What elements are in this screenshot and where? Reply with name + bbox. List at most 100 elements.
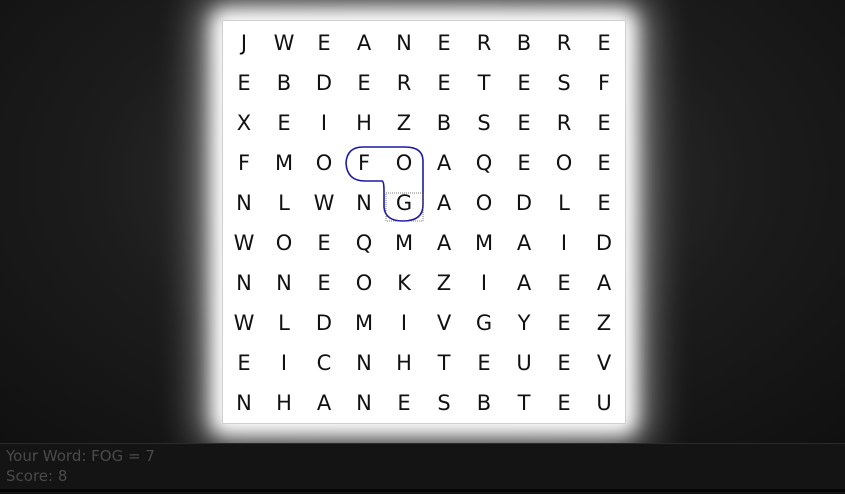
letter-cell-r6-c9[interactable]: A	[584, 263, 624, 303]
letter-cell-r0-c6[interactable]: R	[464, 23, 504, 63]
letter-cell-r4-c2[interactable]: W	[304, 183, 344, 223]
letter-cell-r9-c0[interactable]: N	[224, 383, 264, 423]
letter-cell-r7-c3[interactable]: M	[344, 303, 384, 343]
letter-cell-r5-c3[interactable]: Q	[344, 223, 384, 263]
letter-cell-r0-c9[interactable]: E	[584, 23, 624, 63]
letter-cell-r6-c3[interactable]: O	[344, 263, 384, 303]
letter-cell-r0-c0[interactable]: J	[224, 23, 264, 63]
letter-cell-r3-c2[interactable]: O	[304, 143, 344, 183]
letter-cell-r5-c9[interactable]: D	[584, 223, 624, 263]
letter-cell-r6-c8[interactable]: E	[544, 263, 584, 303]
letter-cell-r9-c2[interactable]: A	[304, 383, 344, 423]
letter-cell-r2-c2[interactable]: I	[304, 103, 344, 143]
letter-cell-r4-c6[interactable]: O	[464, 183, 504, 223]
letter-cell-r4-c0[interactable]: N	[224, 183, 264, 223]
letter-cell-r2-c3[interactable]: H	[344, 103, 384, 143]
letter-cell-r0-c7[interactable]: B	[504, 23, 544, 63]
letter-cell-r8-c4[interactable]: H	[384, 343, 424, 383]
letter-cell-r8-c3[interactable]: N	[344, 343, 384, 383]
letter-cell-r4-c1[interactable]: L	[264, 183, 304, 223]
letter-cell-r6-c6[interactable]: I	[464, 263, 504, 303]
letter-cell-r5-c5[interactable]: A	[424, 223, 464, 263]
letter-cell-r5-c1[interactable]: O	[264, 223, 304, 263]
letter-cell-r8-c8[interactable]: E	[544, 343, 584, 383]
letter-cell-r3-c5[interactable]: A	[424, 143, 464, 183]
letter-cell-r2-c1[interactable]: E	[264, 103, 304, 143]
letter-cell-r9-c6[interactable]: B	[464, 383, 504, 423]
letter-cell-r9-c9[interactable]: U	[584, 383, 624, 423]
letter-cell-r8-c1[interactable]: I	[264, 343, 304, 383]
letter-cell-r9-c5[interactable]: S	[424, 383, 464, 423]
letter-cell-r1-c8[interactable]: S	[544, 63, 584, 103]
letter-cell-r2-c5[interactable]: B	[424, 103, 464, 143]
letter-cell-r0-c8[interactable]: R	[544, 23, 584, 63]
letter-cell-r6-c0[interactable]: N	[224, 263, 264, 303]
letter-cell-r9-c4[interactable]: E	[384, 383, 424, 423]
letter-cell-r1-c1[interactable]: B	[264, 63, 304, 103]
letter-cell-r1-c9[interactable]: F	[584, 63, 624, 103]
letter-cell-r2-c4[interactable]: Z	[384, 103, 424, 143]
letter-cell-r7-c7[interactable]: Y	[504, 303, 544, 343]
letter-cell-r4-c8[interactable]: L	[544, 183, 584, 223]
letter-cell-r2-c9[interactable]: E	[584, 103, 624, 143]
letter-cell-r2-c6[interactable]: S	[464, 103, 504, 143]
letter-cell-r2-c7[interactable]: E	[504, 103, 544, 143]
letter-cell-r9-c8[interactable]: E	[544, 383, 584, 423]
letter-cell-r1-c0[interactable]: E	[224, 63, 264, 103]
letter-cell-r1-c7[interactable]: E	[504, 63, 544, 103]
letter-board[interactable]: JWEANERBREEBDERETESFXEIHZBSEREFMOFOAQEOE…	[222, 20, 626, 424]
letter-cell-r7-c0[interactable]: W	[224, 303, 264, 343]
letter-cell-r7-c5[interactable]: V	[424, 303, 464, 343]
letter-cell-r4-c5[interactable]: A	[424, 183, 464, 223]
letter-cell-r3-c0[interactable]: F	[224, 143, 264, 183]
letter-cell-r6-c4[interactable]: K	[384, 263, 424, 303]
letter-cell-r8-c0[interactable]: E	[224, 343, 264, 383]
letter-grid[interactable]: JWEANERBREEBDERETESFXEIHZBSEREFMOFOAQEOE…	[223, 21, 627, 425]
letter-cell-r7-c8[interactable]: E	[544, 303, 584, 343]
letter-cell-r2-c0[interactable]: X	[224, 103, 264, 143]
letter-cell-r3-c3[interactable]: F	[344, 143, 384, 183]
letter-cell-r9-c3[interactable]: N	[344, 383, 384, 423]
letter-cell-r5-c0[interactable]: W	[224, 223, 264, 263]
letter-cell-r3-c6[interactable]: Q	[464, 143, 504, 183]
letter-cell-r0-c3[interactable]: A	[344, 23, 384, 63]
letter-cell-r9-c1[interactable]: H	[264, 383, 304, 423]
letter-cell-r0-c4[interactable]: N	[384, 23, 424, 63]
letter-cell-r4-c9[interactable]: E	[584, 183, 624, 223]
letter-cell-r6-c5[interactable]: Z	[424, 263, 464, 303]
letter-cell-r0-c2[interactable]: E	[304, 23, 344, 63]
letter-cell-r7-c6[interactable]: G	[464, 303, 504, 343]
letter-cell-r3-c4[interactable]: O	[384, 143, 424, 183]
letter-cell-r1-c5[interactable]: E	[424, 63, 464, 103]
letter-cell-r5-c7[interactable]: A	[504, 223, 544, 263]
letter-cell-r4-c7[interactable]: D	[504, 183, 544, 223]
letter-cell-r1-c3[interactable]: E	[344, 63, 384, 103]
letter-cell-r7-c4[interactable]: I	[384, 303, 424, 343]
letter-cell-r1-c6[interactable]: T	[464, 63, 504, 103]
letter-cell-r7-c1[interactable]: L	[264, 303, 304, 343]
letter-cell-r3-c8[interactable]: O	[544, 143, 584, 183]
letter-cell-r5-c2[interactable]: E	[304, 223, 344, 263]
letter-cell-r3-c9[interactable]: E	[584, 143, 624, 183]
letter-cell-r7-c2[interactable]: D	[304, 303, 344, 343]
letter-cell-r8-c5[interactable]: T	[424, 343, 464, 383]
letter-cell-r6-c7[interactable]: A	[504, 263, 544, 303]
letter-cell-r9-c7[interactable]: T	[504, 383, 544, 423]
letter-cell-r2-c8[interactable]: R	[544, 103, 584, 143]
letter-cell-r3-c1[interactable]: M	[264, 143, 304, 183]
letter-cell-r7-c9[interactable]: Z	[584, 303, 624, 343]
letter-cell-r1-c4[interactable]: R	[384, 63, 424, 103]
letter-cell-r6-c1[interactable]: N	[264, 263, 304, 303]
letter-cell-r6-c2[interactable]: E	[304, 263, 344, 303]
letter-cell-r5-c4[interactable]: M	[384, 223, 424, 263]
letter-cell-r5-c8[interactable]: I	[544, 223, 584, 263]
letter-cell-r4-c3[interactable]: N	[344, 183, 384, 223]
letter-cell-r5-c6[interactable]: M	[464, 223, 504, 263]
letter-cell-r8-c6[interactable]: E	[464, 343, 504, 383]
letter-cell-r8-c7[interactable]: U	[504, 343, 544, 383]
letter-cell-r3-c7[interactable]: E	[504, 143, 544, 183]
letter-cell-r4-c4[interactable]: G	[384, 183, 424, 223]
letter-cell-r8-c9[interactable]: V	[584, 343, 624, 383]
letter-cell-r8-c2[interactable]: C	[304, 343, 344, 383]
letter-cell-r0-c1[interactable]: W	[264, 23, 304, 63]
